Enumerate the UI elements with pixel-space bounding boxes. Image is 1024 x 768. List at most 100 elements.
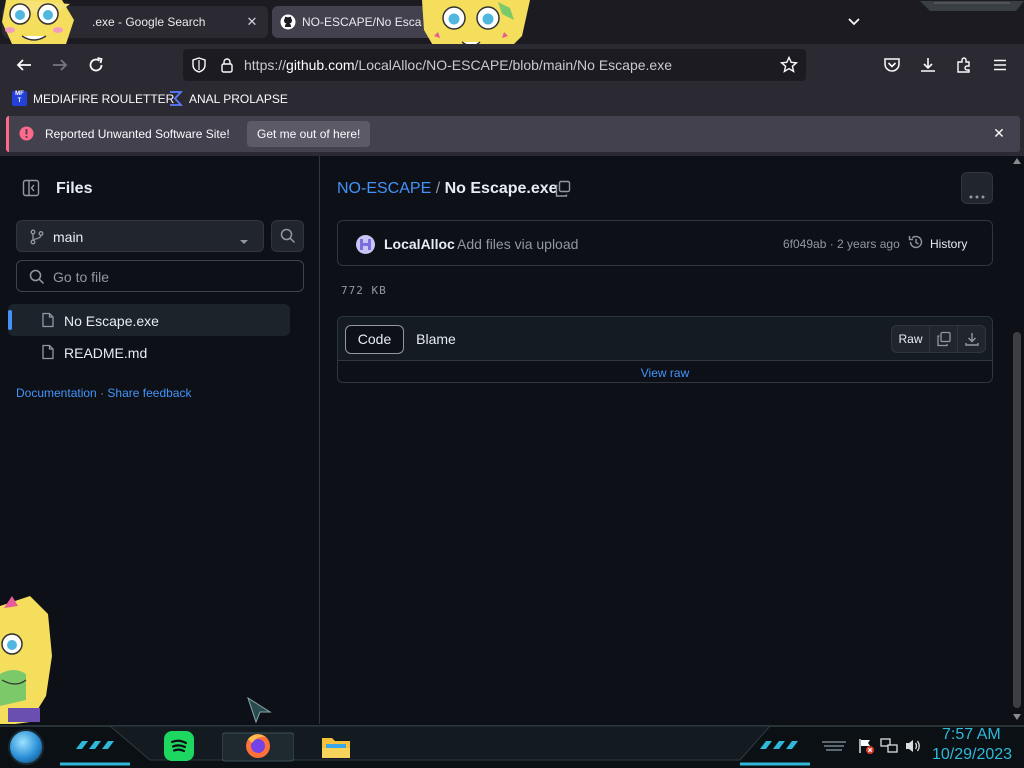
copy-path-icon[interactable] — [554, 180, 572, 203]
tab-blame[interactable]: Blame — [406, 325, 466, 354]
sticker-bottom-left — [0, 596, 56, 726]
copy-icon[interactable] — [930, 326, 958, 352]
get-me-out-button[interactable]: Get me out of here! — [247, 121, 371, 147]
file-size: 772 KB — [341, 284, 387, 297]
warning-text: Reported Unwanted Software Site! — [45, 127, 230, 141]
sidebar-collapse-icon[interactable] — [22, 179, 40, 202]
url-bar[interactable]: https://github.com/LocalAlloc/NO-ESCAPE/… — [183, 49, 806, 81]
firefox-icon[interactable] — [221, 729, 295, 763]
url-domain: github.com — [286, 57, 355, 73]
repo-link[interactable]: NO-ESCAPE — [337, 180, 431, 197]
chevron-down-icon[interactable] — [844, 12, 864, 32]
branch-name: main — [53, 229, 84, 245]
bookmark-label: ANAL PROLAPSE — [189, 91, 288, 106]
close-icon[interactable]: ✕ — [990, 124, 1008, 142]
pocket-icon[interactable] — [880, 53, 904, 77]
file-explorer-icon[interactable] — [320, 730, 352, 767]
file-tree-sidebar: Files main Go to file No Escape.exe READ… — [0, 156, 320, 726]
sigma-icon — [168, 91, 184, 106]
bookmarks-bar: MF T MEDIAFIRE ROULETTER ANAL PROLAPSE — [0, 86, 1024, 112]
file-item[interactable]: README.md — [8, 336, 290, 368]
sidebar-footer: Documentation · Share feedback — [16, 386, 191, 400]
raw-actions-group: Raw — [891, 325, 986, 353]
search-icon — [29, 269, 45, 290]
git-branch-icon — [29, 229, 45, 250]
bookmark-label: MEDIAFIRE ROULETTER — [33, 91, 175, 106]
start-orb-icon[interactable] — [8, 729, 44, 765]
sticker-left — [0, 0, 96, 50]
history-icon — [908, 234, 924, 255]
url-prefix: https:// — [244, 57, 287, 73]
clock-date[interactable]: 10/29/2023 — [932, 746, 1012, 764]
go-to-file-input[interactable]: Go to file — [16, 260, 304, 292]
stripes-icon — [820, 740, 848, 759]
warning-bar: Reported Unwanted Software Site! Get me … — [0, 112, 1024, 156]
search-icon — [280, 228, 296, 249]
breadcrumb-separator: / — [435, 180, 441, 197]
bookmark-sigma[interactable]: ANAL PROLAPSE — [168, 91, 288, 106]
clock-time[interactable]: 7:57 AM — [942, 726, 1001, 744]
tab-bar: .exe - Google Search ✕ NO-ESCAPE/No Esca… — [0, 0, 1024, 62]
tab-code[interactable]: Code — [345, 325, 404, 354]
warning-notification: Reported Unwanted Software Site! Get me … — [6, 116, 1020, 152]
history-label: History — [930, 237, 968, 251]
separator: · — [100, 386, 105, 400]
share-feedback-link[interactable]: Share feedback — [107, 386, 191, 400]
star-icon[interactable] — [779, 55, 799, 79]
branch-select[interactable]: main — [16, 220, 264, 252]
file-icon — [40, 312, 56, 333]
taskbar: 7:57 AM 10/29/2023 — [0, 724, 1024, 768]
navigation-bar: https://github.com/LocalAlloc/NO-ESCAPE/… — [0, 44, 1024, 86]
chevrons-icon — [758, 738, 800, 756]
documentation-link[interactable]: Documentation — [16, 386, 97, 400]
scrollbar-thumb[interactable] — [1013, 332, 1021, 708]
sidebar-title: Files — [56, 180, 93, 197]
commit-meta[interactable]: 6f049ab · 2 years ago — [783, 237, 900, 251]
tab-label: .exe - Google Search — [92, 15, 206, 29]
menu-icon[interactable] — [988, 53, 1012, 77]
file-title: No Escape.exe — [444, 180, 558, 197]
reload-icon[interactable] — [84, 53, 108, 77]
window-decoration — [920, 0, 1024, 12]
commit-author[interactable]: LocalAlloc — [384, 236, 455, 252]
volume-icon[interactable] — [904, 738, 922, 759]
forward-arrow-icon[interactable] — [48, 53, 72, 77]
tab-google-search[interactable]: .exe - Google Search ✕ — [2, 0, 268, 50]
history-button[interactable]: History — [908, 234, 967, 254]
caret-down-icon — [239, 233, 249, 251]
tab-label: NO-ESCAPE/No Escap — [302, 15, 422, 29]
commit-message[interactable]: Add files via upload — [457, 236, 578, 252]
network-icon[interactable] — [880, 738, 898, 759]
warning-icon — [19, 126, 34, 146]
more-options-button[interactable] — [961, 172, 993, 204]
code-viewer-header: Code Blame Raw — [338, 317, 992, 361]
page-scrollbar[interactable] — [1010, 156, 1024, 726]
action-center-flag-icon[interactable] — [858, 738, 874, 759]
shield-icon[interactable] — [191, 57, 207, 78]
github-file-page: Files main Go to file No Escape.exe READ… — [0, 156, 1024, 726]
view-raw-link[interactable]: View raw — [338, 366, 992, 380]
latest-commit-box: LocalAlloc Add files via upload 6f049ab … — [337, 220, 993, 266]
selected-indicator — [8, 310, 12, 330]
avatar[interactable] — [356, 235, 375, 254]
spotify-icon[interactable] — [164, 731, 194, 761]
url-text[interactable]: https://github.com/LocalAlloc/NO-ESCAPE/… — [244, 57, 672, 73]
tab-github[interactable]: NO-ESCAPE/No Escap — [272, 0, 530, 62]
bookmark-mediafire[interactable]: MF T MEDIAFIRE ROULETTER — [12, 91, 174, 106]
file-icon — [40, 344, 56, 365]
extensions-icon[interactable] — [952, 53, 976, 77]
lock-icon[interactable] — [219, 57, 235, 78]
go-to-file-placeholder: Go to file — [53, 269, 110, 285]
search-button[interactable] — [271, 220, 304, 252]
file-name: No Escape.exe — [64, 313, 159, 329]
download-icon[interactable] — [958, 326, 986, 352]
breadcrumb: NO-ESCAPE / No Escape.exe — [337, 180, 558, 198]
download-icon[interactable] — [916, 53, 940, 77]
back-arrow-icon[interactable] — [12, 53, 36, 77]
url-path: /LocalAlloc/NO-ESCAPE/blob/main/No Escap… — [354, 57, 672, 73]
raw-button[interactable]: Raw — [892, 326, 930, 352]
close-icon[interactable]: ✕ — [244, 14, 260, 30]
chevrons-icon — [74, 738, 116, 756]
mediafire-icon: MF T — [12, 91, 27, 106]
file-item-selected[interactable]: No Escape.exe — [8, 304, 290, 336]
